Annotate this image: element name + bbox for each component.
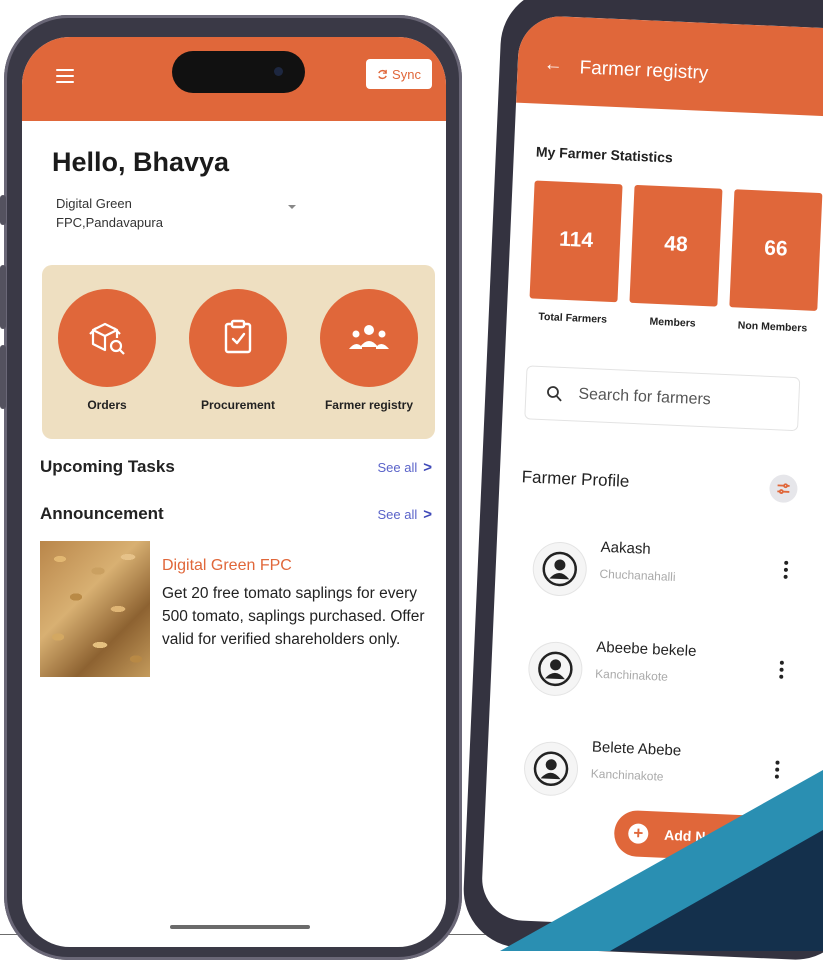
farmer-name: Belete Abebe [591,738,682,760]
registry-title: Farmer registry [579,57,709,84]
avatar [528,641,583,696]
stat-value: 48 [663,232,689,257]
stat-label: Non Members [737,319,808,335]
farmer-village: Kanchinakote [594,666,669,684]
stat-value: 114 [558,227,594,253]
registry-phone-frame: ← Farmer registry My Farmer Statistics 1… [461,0,823,962]
farmer-search-input[interactable] [575,384,771,413]
box-search-icon [58,289,156,387]
quick-actions-panel: Orders Procurement Farmer registry [42,265,435,439]
farmer-name: Aakash [600,538,652,558]
stats-title: My Farmer Statistics [535,143,674,166]
see-all-label: See all [377,459,418,475]
farmer-name: Abeebe bekele [595,638,697,661]
phone-side-button [0,195,6,225]
stat-total-farmers[interactable]: 114 [529,180,623,303]
home-indicator[interactable] [170,925,310,929]
farmer-registry-action[interactable]: Farmer registry [314,289,424,412]
chevron-right-icon: > [423,458,432,476]
stat-members[interactable]: 48 [629,184,723,307]
farmer-registry-label: Farmer registry [324,398,414,412]
add-new-farmer-label: Add New Fa [663,826,745,847]
farmer-list-item[interactable]: Abeebe bekele Kanchinakote [520,633,793,715]
more-options-icon[interactable] [774,760,780,782]
more-options-icon[interactable] [779,660,784,682]
more-options-icon[interactable] [783,560,789,582]
user-icon [538,651,573,687]
home-phone-frame: Sync Hello, Bhavya Digital Green FPC,Pan… [0,15,462,960]
announcement-title: Announcement [40,504,164,523]
filter-icon[interactable] [768,474,799,504]
upcoming-tasks-title: Upcoming Tasks [40,457,175,476]
people-group-icon [320,289,418,387]
plus-icon: + [627,823,649,845]
sync-label: Sync [392,66,421,82]
chevron-right-icon: > [423,505,432,523]
phone-side-button [0,265,6,329]
orders-action[interactable]: Orders [52,289,162,412]
announcement-item-body: Get 20 free tomato saplings for every 50… [162,585,425,648]
stat-label: Total Farmers [538,310,608,326]
greeting-heading: Hello, Bhavya [52,147,230,177]
upcoming-tasks-see-all-link[interactable]: See all > [377,459,432,476]
farmer-village: Chuchanahalli [599,566,676,585]
announcement-row: Announcement See all > [40,504,432,524]
hamburger-menu-icon[interactable] [56,69,74,83]
chevron-down-icon[interactable] [288,205,296,209]
search-icon [547,386,562,402]
farmer-search-box[interactable] [524,365,801,432]
stat-value: 66 [763,236,789,261]
home-screen: Sync Hello, Bhavya Digital Green FPC,Pan… [22,37,446,947]
registry-screen: ← Farmer registry My Farmer Statistics 1… [480,14,823,935]
see-all-label: See all [377,506,418,522]
announcement-image [40,541,150,677]
announcement-item-title[interactable]: Digital Green FPC [162,557,292,575]
avatar [523,741,579,796]
farmer-list-item[interactable]: Belete Abebe Kanchinakote [515,733,788,815]
phone-side-button [0,345,6,409]
back-arrow-icon[interactable]: ← [543,54,563,77]
orders-label: Orders [87,398,127,412]
farmer-profile-title: Farmer Profile [521,467,630,491]
user-icon [533,751,569,787]
farmer-list-item[interactable]: Aakash Chuchanahalli [524,534,797,616]
announcement-see-all-link[interactable]: See all > [377,506,432,523]
clipboard-check-icon [189,289,287,387]
dynamic-island [172,51,305,93]
upcoming-tasks-row: Upcoming Tasks See all > [40,457,432,477]
sync-button[interactable]: Sync [366,59,432,89]
stat-non-members[interactable]: 66 [729,189,823,311]
registry-header: ← Farmer registry [516,14,823,119]
add-new-farmer-button[interactable]: + Add New Fa [613,809,786,863]
stat-label: Members [649,315,696,330]
procurement-action[interactable]: Procurement [183,289,293,412]
organization-selector[interactable]: Digital Green FPC,Pandavapura [56,194,226,232]
home-header: Sync [22,37,446,121]
farmer-village: Kanchinakote [590,766,664,784]
avatar [532,541,587,597]
sync-icon [378,69,387,79]
user-icon [542,551,577,587]
procurement-label: Procurement [200,398,276,412]
